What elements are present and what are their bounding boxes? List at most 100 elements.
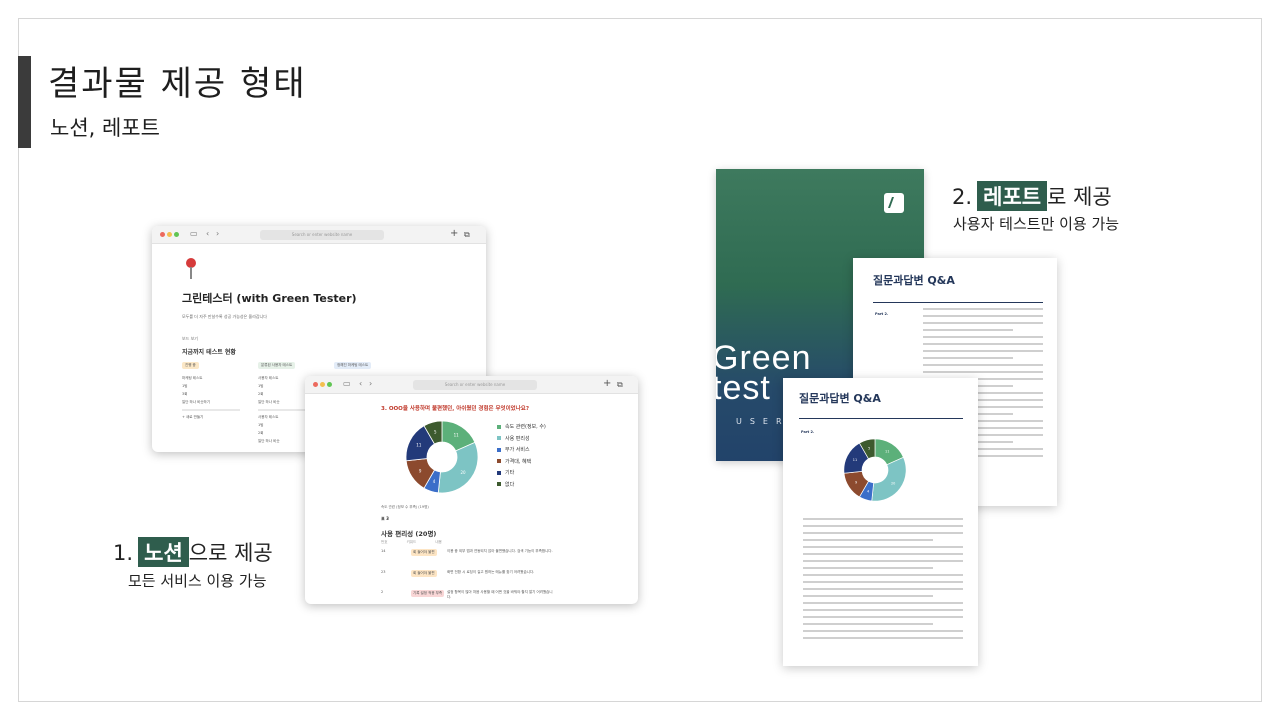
legend-item: 사용 편리성 (497, 433, 546, 445)
address-bar[interactable]: Search or enter website name (413, 380, 537, 390)
caption-number: 1. (113, 541, 134, 565)
text-line (923, 357, 1013, 359)
legend-swatch (497, 459, 501, 464)
caption-notion-sub: 모든 서비스 이용 가능 (128, 572, 267, 590)
text-line (803, 623, 933, 625)
slide-title: 결과물 제공 형태 (48, 64, 307, 104)
back-icon[interactable]: ‹ (206, 229, 209, 238)
caption-report: 2. 레포트 로 제공 (952, 181, 1112, 211)
text-line (803, 602, 963, 604)
text-line (803, 560, 963, 562)
survey-section-title: 사용 편리성 (20명) (381, 530, 437, 538)
tabs-overview-icon[interactable]: ⧉ (617, 380, 623, 390)
legend-label: 사용 편리성 (505, 435, 530, 442)
back-icon[interactable]: ‹ (359, 379, 362, 388)
caption-number: 2. (952, 185, 973, 209)
sidebar-toggle-icon[interactable]: ▭ (343, 379, 351, 388)
text-line (803, 546, 963, 548)
row-number: 14 (381, 549, 386, 553)
table-row[interactable]: 23 회 들어야 불편 화면 전환 시 로딩이 길고 원하는 메뉴를 찾기 어려… (381, 570, 631, 590)
report-part-tag: Part 2. (801, 430, 815, 434)
minimize-window-icon[interactable] (320, 382, 325, 387)
row-text: 설정 항목이 많아 처음 사용할 때 어떤 것을 바꿔야 할지 알기 어려웠습니… (447, 590, 553, 599)
legend-label: 없다 (505, 481, 515, 488)
slice-value-label: 4 (867, 490, 869, 494)
legend-swatch (497, 436, 501, 441)
maximize-window-icon[interactable] (327, 382, 332, 387)
legend-label: 부가 서비스 (505, 447, 530, 454)
slice-value-label: 5 (868, 447, 870, 451)
column-header: 진행 중 (182, 362, 199, 369)
browser-toolbar: ▭ ‹ › Search or enter website name + ⧉ (152, 226, 486, 244)
text-line (803, 595, 933, 597)
minimize-window-icon[interactable] (167, 232, 172, 237)
board-column: 진행 중 마케팅 테스트 1팀 3회 일단 하나 비슷하기 + 새로 만들기 (182, 362, 254, 423)
legend-item: 기타 (497, 467, 546, 479)
forward-icon[interactable]: › (216, 229, 219, 238)
text-line (803, 525, 963, 527)
close-window-icon[interactable] (160, 232, 165, 237)
slice-value-label: 4 (433, 479, 436, 484)
text-line (803, 630, 963, 632)
row-number: 23 (381, 570, 386, 574)
forward-icon[interactable]: › (369, 379, 372, 388)
new-tab-icon[interactable]: + (603, 378, 611, 389)
caption-text: 으로 제공 (188, 541, 273, 565)
cover-subtitle: USER (736, 417, 790, 426)
slide-subtitle: 노션, 레포트 (50, 116, 160, 140)
maximize-window-icon[interactable] (174, 232, 179, 237)
card-text: 일단 하나 비슷하기 (182, 400, 210, 404)
table-row[interactable]: 2 기록 설정 적응 부족 설정 항목이 많아 처음 사용할 때 어떤 것을 바… (381, 590, 631, 604)
add-card-link[interactable]: + 새로 만들기 (182, 415, 254, 420)
text-line (923, 322, 1043, 324)
report-page-title: 질문과답변 Q&A (873, 274, 955, 287)
text-line (923, 350, 1043, 352)
legend-swatch (497, 470, 501, 475)
board-view-tab[interactable]: 보드 보기 (182, 336, 198, 342)
close-window-icon[interactable] (313, 382, 318, 387)
text-line (923, 329, 1013, 331)
row-tag: 회 들어야 불편 (411, 549, 437, 556)
new-tab-icon[interactable]: + (450, 228, 458, 239)
divider (873, 302, 1043, 303)
text-line (803, 588, 963, 590)
cover-title-line-2: test (716, 369, 771, 407)
text-line (923, 364, 1043, 366)
card-text: 3회 (182, 392, 188, 396)
text-line (803, 567, 933, 569)
table-row[interactable]: 14 회 들어야 불편 이용 중 외부 앱과 연동되지 않아 불편했습니다. 검… (381, 549, 631, 569)
column-header: 정해진 마케팅 테스트 (334, 362, 372, 369)
survey-question: 3. OOO을 사용하며 불편했던, 아쉬웠던 경험은 무엇이었나요? (381, 406, 530, 412)
slice-value-label: 11 (885, 449, 889, 453)
notion-section-title: 지금까지 테스트 현황 (182, 349, 236, 356)
tabs-overview-icon[interactable]: ⧉ (464, 230, 470, 240)
legend-swatch (497, 482, 501, 487)
card-text[interactable]: 마케팅 테스트 (182, 376, 254, 381)
legend-item: 가격대, 혜택 (497, 456, 546, 468)
slice-value-label: 20 (460, 470, 466, 475)
row-text: 이용 중 외부 앱과 연동되지 않아 불편했습니다. 검색 기능이 부족합니다. (447, 549, 553, 553)
text-line (803, 637, 963, 639)
table-tab[interactable]: 표 3 (381, 516, 389, 522)
text-line (803, 616, 963, 618)
address-bar[interactable]: Search or enter website name (260, 230, 384, 240)
sidebar-toggle-icon[interactable]: ▭ (190, 229, 198, 238)
card-text: 1팀 (182, 384, 188, 388)
legend-item: 속도 관련(정보, 수) (497, 421, 546, 433)
legend-swatch (497, 447, 501, 452)
caption-highlight: 노션 (138, 537, 189, 567)
legend-label: 기타 (505, 470, 515, 477)
text-line (923, 308, 1043, 310)
legend-item: 없다 (497, 479, 546, 491)
text-line (803, 609, 963, 611)
text-line (803, 553, 963, 555)
text-line (923, 315, 1043, 317)
caption-text: 로 제공 (1047, 185, 1112, 209)
header-keyword: 키워드 (406, 540, 417, 544)
legend-label: 가격대, 혜택 (505, 458, 532, 465)
text-line (923, 371, 1043, 373)
row-tag: 기록 설정 적응 부족 (411, 590, 445, 597)
row-tag: 회 들어야 불편 (411, 570, 437, 577)
slice-value-label: 11 (416, 443, 422, 448)
report-page-title: 질문과답변 Q&A (799, 392, 881, 405)
